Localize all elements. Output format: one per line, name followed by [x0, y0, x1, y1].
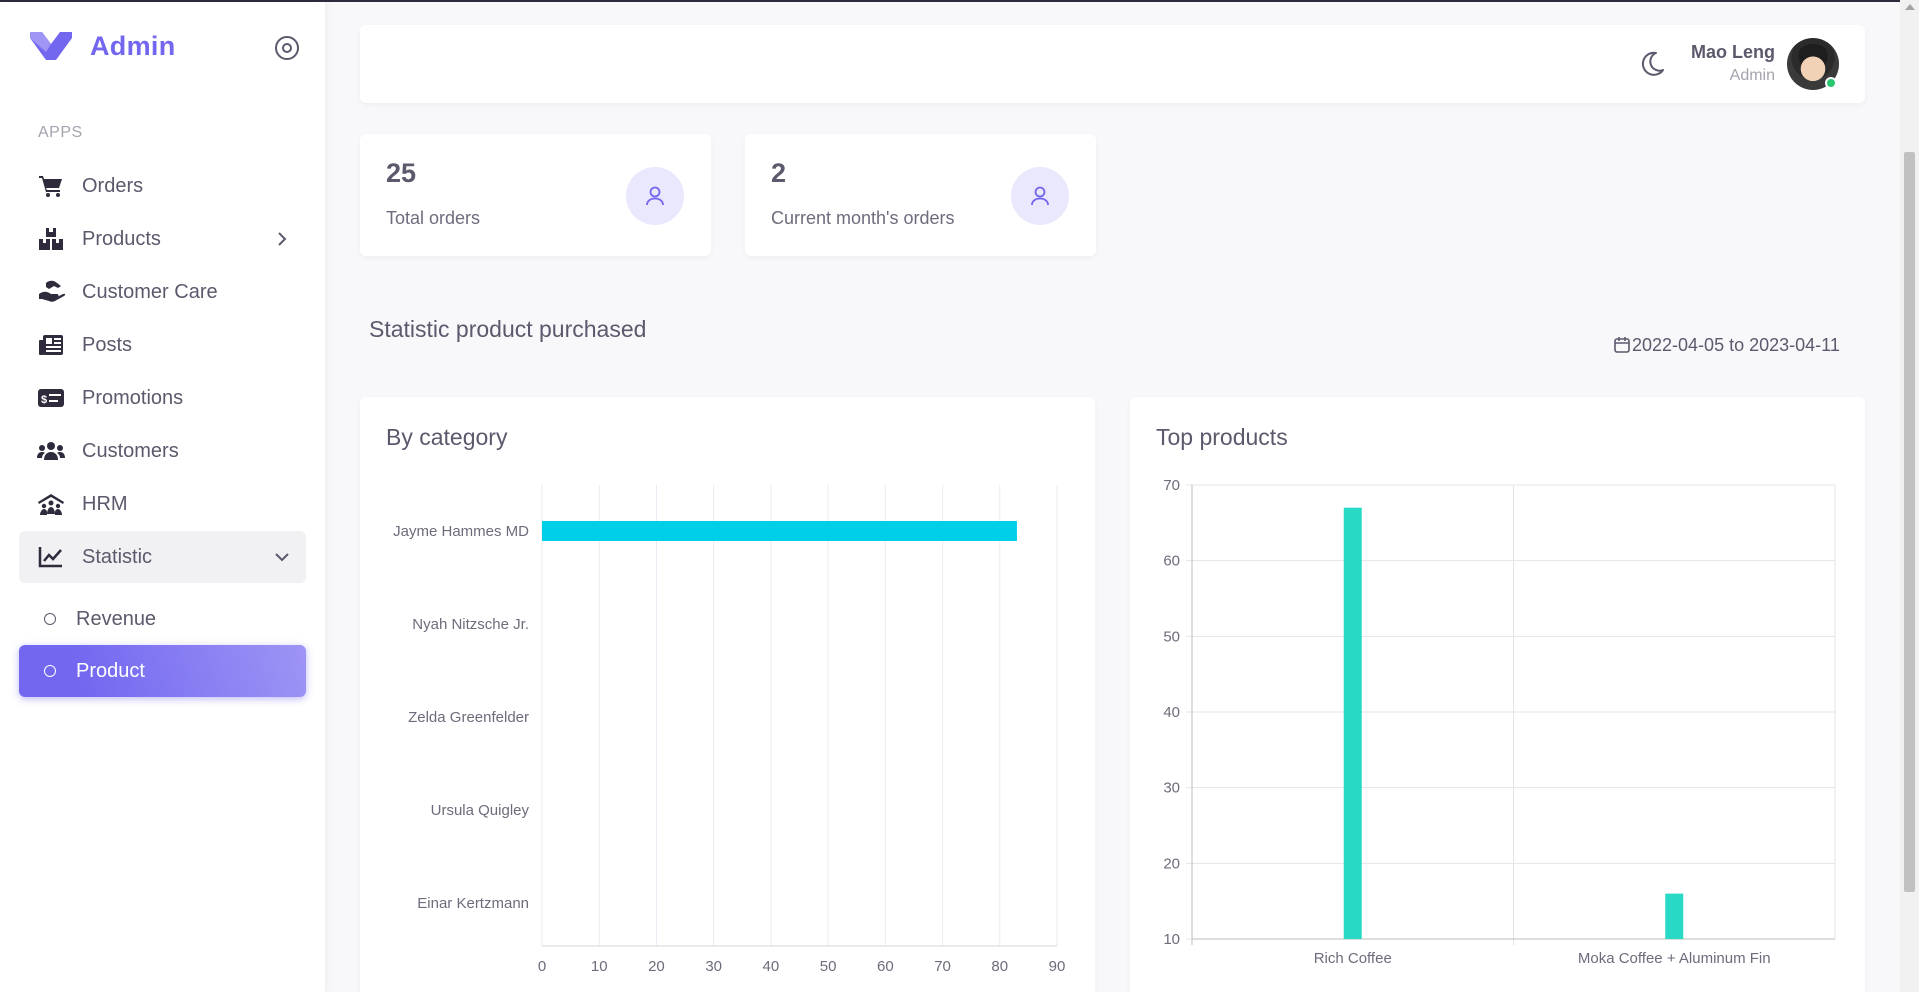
sidebar-item-orders[interactable]: Orders — [19, 160, 306, 212]
sidebar-toggle-icon[interactable] — [275, 36, 299, 60]
y-tick-label: 70 — [1163, 477, 1180, 494]
user-icon — [626, 167, 684, 225]
sidebar-item-label: Customer Care — [82, 280, 218, 303]
stat-card-total-orders: 25 Total orders — [360, 134, 711, 256]
scroll-up-icon[interactable] — [1905, 4, 1915, 10]
moon-icon[interactable] — [1637, 49, 1667, 79]
sidebar-subitem-label: Revenue — [76, 607, 157, 630]
date-range-picker[interactable]: 2022-04-05 to 2023-04-11 — [1602, 330, 1858, 360]
top-navbar: Mao Leng Admin — [360, 25, 1865, 103]
statistic-heading: Statistic product purchased — [369, 316, 647, 342]
people-roof-icon — [37, 490, 65, 518]
y-tick-label: 30 — [1163, 780, 1180, 797]
sidebar-item-posts[interactable]: Posts — [19, 319, 306, 371]
y-tick-label: 10 — [1163, 931, 1180, 948]
circle-icon — [44, 613, 56, 625]
x-tick-label: Rich Coffee — [1314, 950, 1392, 967]
users-icon — [37, 437, 65, 465]
sidebar-subitem-product[interactable]: Product — [19, 645, 306, 697]
money-bill-icon: $ — [37, 384, 65, 412]
by-category-chart: 0 10 20 30 40 50 60 70 80 90 Jayme Hammes MD Nyah N… — [393, 485, 1066, 975]
x-tick-label: 10 — [591, 958, 608, 975]
chart-card-by-category: By category 0 10 20 30 40 50 60 70 80 90 Jayme Ham… — [360, 397, 1095, 992]
y-tick-label: 60 — [1163, 553, 1180, 570]
y-tick-label: Einar Kertzmann — [417, 895, 529, 912]
top-products-chart: 10 20 30 40 50 60 70 Rich Coffee Moka Coffee + A… — [1163, 477, 1836, 967]
x-tick-label: 80 — [991, 958, 1008, 975]
bar — [542, 521, 1017, 541]
chart-line-icon — [37, 543, 65, 571]
date-range-value: 2022-04-05 to 2023-04-11 — [1632, 334, 1840, 355]
scrollbar-thumb[interactable] — [1904, 152, 1915, 892]
x-tick-label: 20 — [648, 958, 665, 975]
sidebar-item-label: Statistic — [82, 545, 153, 568]
bar — [1343, 507, 1362, 939]
stat-value: 25 — [386, 158, 417, 188]
boxes-icon — [37, 225, 65, 253]
stat-value: 2 — [771, 158, 787, 188]
sidebar-item-statistic[interactable]: Statistic — [19, 531, 306, 583]
sidebar-item-label: Orders — [82, 174, 144, 197]
y-tick-label: 40 — [1163, 704, 1180, 721]
sidebar-subitem-revenue[interactable]: Revenue — [19, 593, 306, 645]
y-tick-label: Nyah Nitzsche Jr. — [412, 616, 529, 633]
sidebar-item-customers[interactable]: Customers — [19, 425, 306, 477]
x-tick-label: 50 — [820, 958, 837, 975]
x-tick-label: 30 — [705, 958, 722, 975]
logo-icon — [30, 32, 72, 60]
y-tick-label: Jayme Hammes MD — [393, 523, 529, 540]
x-tick-label: Moka Coffee + Aluminum Fin — [1578, 950, 1771, 967]
sidebar-item-customer-care[interactable]: Customer Care — [19, 266, 306, 318]
sidebar-item-hrm[interactable]: HRM — [19, 478, 306, 530]
circle-icon — [44, 665, 56, 677]
newspaper-icon — [37, 331, 65, 359]
cart-icon — [37, 172, 65, 200]
user-name: Mao Leng — [1691, 42, 1775, 62]
sidebar-item-label: Products — [82, 227, 161, 250]
menu-section-title: APPS — [38, 124, 83, 141]
chevron-down-icon — [270, 545, 294, 569]
y-tick-label: 20 — [1163, 855, 1180, 872]
bar — [1665, 893, 1684, 939]
y-tick-label: Ursula Quigley — [431, 802, 530, 819]
chart-card-top-products: Top products 10 20 30 40 50 60 70 Rich Coffee Mo… — [1130, 397, 1865, 992]
calendar-icon — [1614, 337, 1630, 353]
app-title: Admin — [90, 30, 176, 61]
sidebar-item-label: Posts — [82, 333, 133, 356]
sidebar: Admin APPS Orders Products Customer Care… — [0, 2, 325, 992]
stat-label: Current month's orders — [771, 208, 955, 228]
sidebar-item-promotions[interactable]: $ Promotions — [19, 372, 306, 424]
sidebar-item-label: HRM — [82, 492, 128, 515]
x-tick-label: 40 — [763, 958, 780, 975]
sidebar-item-products[interactable]: Products — [19, 213, 306, 265]
sidebar-item-label: Customers — [82, 439, 179, 462]
sidebar-item-label: Promotions — [82, 386, 184, 409]
x-tick-label: 90 — [1049, 958, 1066, 975]
brand[interactable]: Admin — [28, 30, 176, 62]
x-tick-label: 60 — [877, 958, 894, 975]
stat-card-current-month-orders: 2 Current month's orders — [745, 134, 1096, 256]
svg-text:$: $ — [41, 394, 47, 406]
sidebar-subitem-label: Product — [76, 659, 145, 682]
x-tick-label: 0 — [538, 958, 546, 975]
y-tick-label: 50 — [1163, 628, 1180, 645]
user-icon — [1011, 167, 1069, 225]
chevron-right-icon — [270, 227, 294, 251]
hand-care-icon — [37, 278, 65, 306]
y-tick-label: Zelda Greenfelder — [408, 709, 529, 726]
x-tick-label: 70 — [934, 958, 951, 975]
online-status-badge — [1825, 77, 1837, 89]
scrollbar[interactable] — [1900, 0, 1919, 992]
stat-label: Total orders — [386, 208, 481, 228]
user-role: Admin — [1729, 67, 1775, 84]
